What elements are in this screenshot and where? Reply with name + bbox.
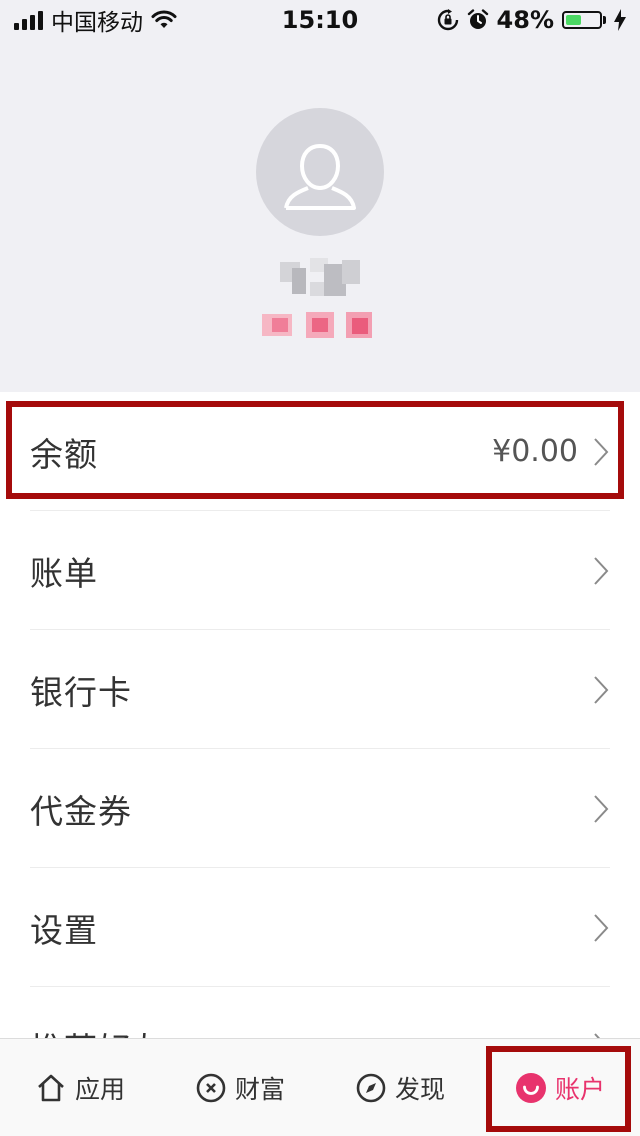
person-silhouette-icon [284,143,356,210]
carrier-name: 中国移动 [51,10,143,36]
tab-wealth[interactable]: 财富 [160,1039,320,1136]
menu-item-vouchers[interactable]: 代金券 [0,749,640,868]
compass-icon [355,1072,387,1104]
tab-apps[interactable]: 应用 [0,1039,160,1136]
wealth-icon [195,1072,227,1104]
rotation-lock-icon [437,9,458,31]
battery-icon [562,11,606,29]
screen: 中国移动 15:10 48% 余额 ¥0.00 账单 银行卡 代金券 设置 应用… [0,0,640,1136]
battery-percent: 48% [496,6,554,34]
menu-item-label: 余额 [30,434,98,474]
avatar[interactable] [256,108,384,236]
wifi-icon [151,10,177,28]
alarm-icon [467,9,488,29]
account-menu-list: 余额 ¥0.00 账单 银行卡 代金券 设置 [0,392,640,1042]
tab-label: 财富 [234,1074,285,1104]
menu-item-label: 银行卡 [30,672,132,712]
account-badge-obscured [262,310,372,340]
charging-icon [614,9,626,31]
menu-item-label: 代金券 [30,791,132,831]
tab-discover[interactable]: 发现 [320,1039,480,1136]
chevron-right-icon [594,794,609,823]
account-smile-icon [515,1072,547,1104]
chevron-right-icon [594,437,609,466]
status-bar: 中国移动 15:10 48% [0,0,640,40]
menu-item-bills[interactable]: 账单 [0,511,640,630]
home-icon [35,1072,67,1104]
tab-label: 账户 [554,1074,605,1104]
menu-item-settings[interactable]: 设置 [0,868,640,987]
menu-item-refer-friends[interactable]: 推荐好友 [0,987,640,1042]
chevron-right-icon [594,556,609,585]
balance-value: ¥0.00 [492,434,578,469]
tab-bar: 应用 财富 发现 账户 [0,1038,640,1136]
menu-item-balance[interactable]: 余额 ¥0.00 [0,392,640,511]
tab-label: 发现 [394,1074,445,1104]
menu-item-label: 设置 [30,910,98,950]
menu-item-label: 账单 [30,553,98,593]
chevron-right-icon [594,675,609,704]
profile-header [0,40,640,392]
menu-item-bank-card[interactable]: 银行卡 [0,630,640,749]
chevron-right-icon [594,913,609,942]
username-obscured [280,258,362,302]
tab-account[interactable]: 账户 [480,1039,640,1136]
tab-label: 应用 [74,1074,125,1104]
signal-icon [14,10,43,30]
